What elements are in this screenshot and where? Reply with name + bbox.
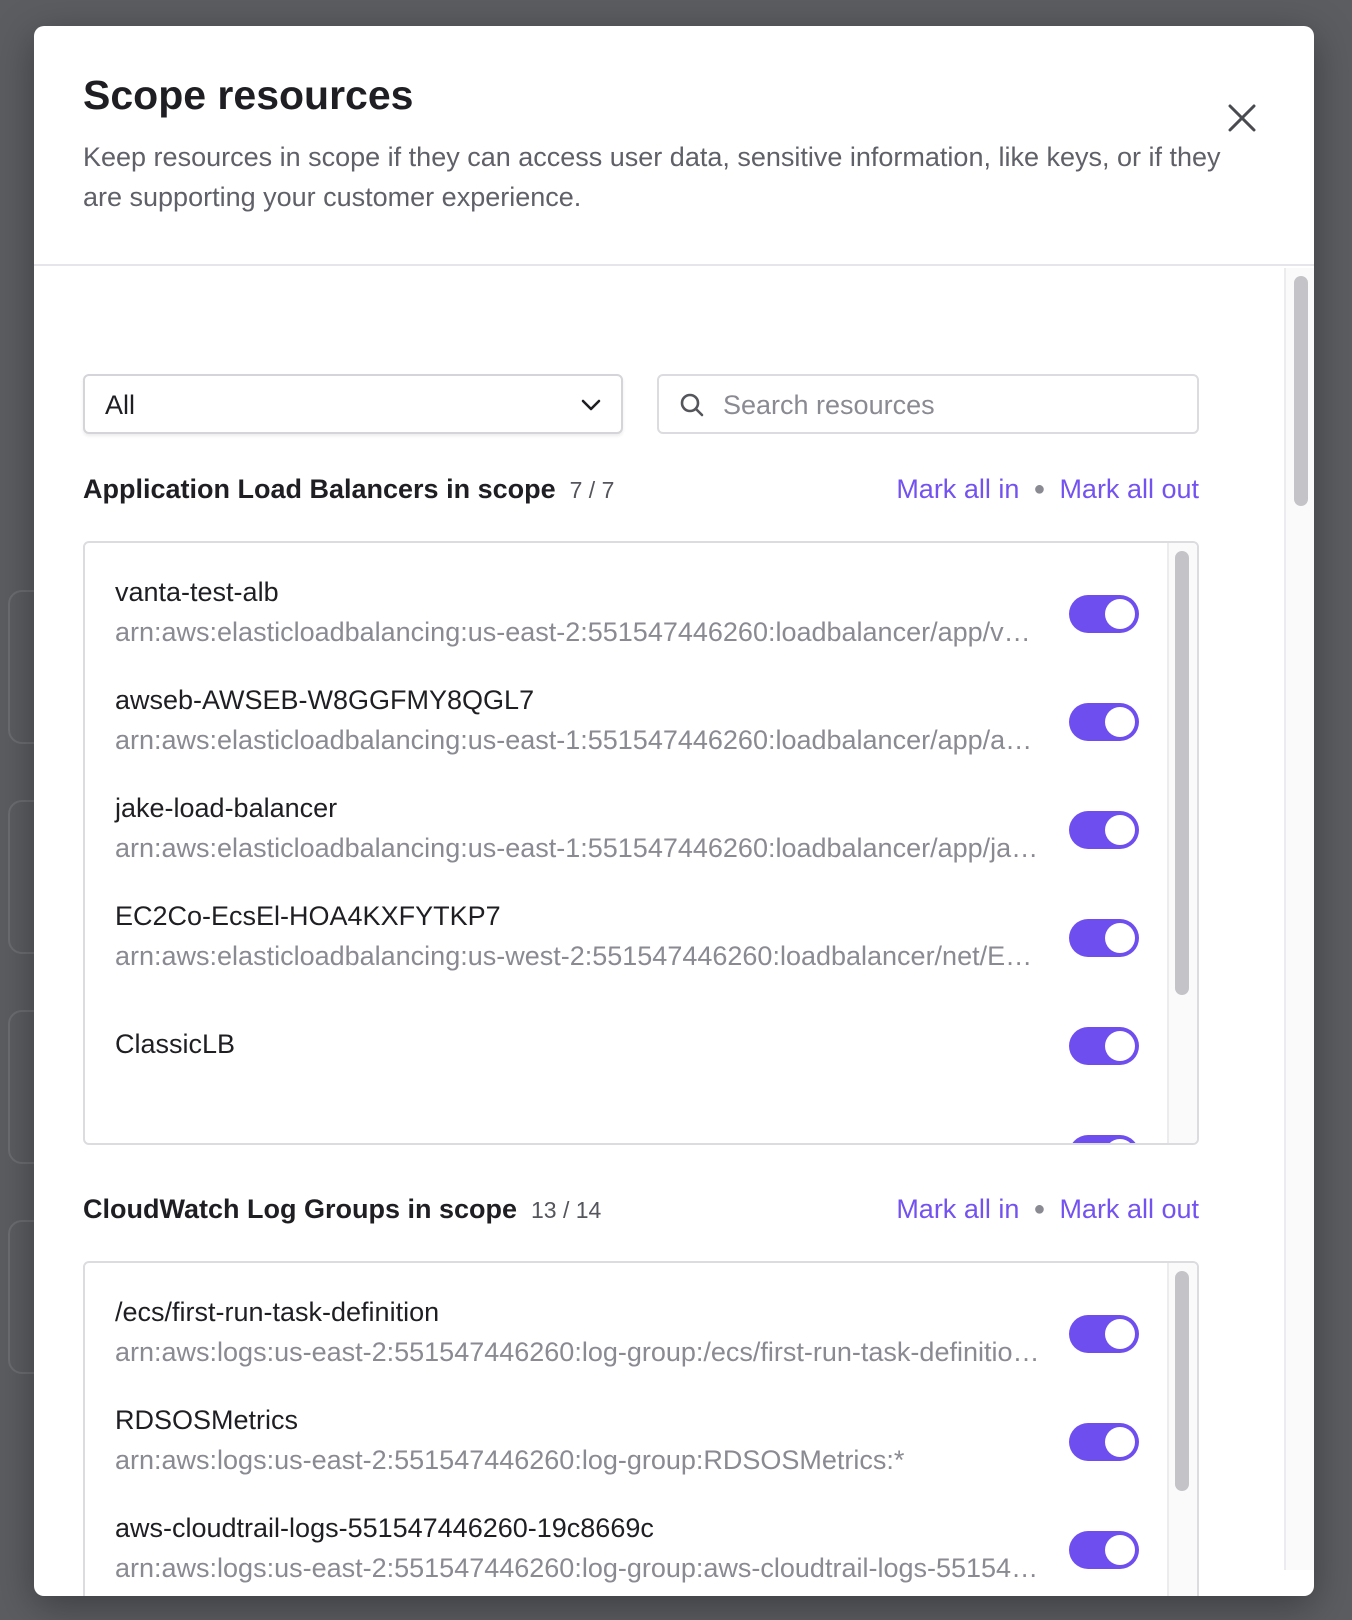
list-item: ClassicLB xyxy=(115,1027,1165,1137)
section-title-text: CloudWatch Log Groups in scope xyxy=(83,1194,517,1224)
mark-links-alb: Mark all in ● Mark all out xyxy=(896,474,1199,505)
scope-toggle[interactable] xyxy=(1069,1315,1139,1353)
section-count: 13 / 14 xyxy=(531,1197,602,1223)
list-item: EC2Co-EcsEl-HOA4KXFYTKP7 arn:aws:elastic… xyxy=(115,901,1165,1009)
modal-description: Keep resources in scope if they can acce… xyxy=(83,142,1221,212)
search-box xyxy=(657,374,1199,434)
resource-name: jake-load-balancer xyxy=(115,793,338,823)
scope-toggle[interactable] xyxy=(1069,1423,1139,1461)
resource-name: vanta-test-alb xyxy=(115,577,279,607)
toggle-knob xyxy=(1105,1031,1135,1061)
modal-body: All Application Load Balancers in scope 7… xyxy=(34,266,1282,1596)
scrollbar-thumb[interactable] xyxy=(1175,1271,1189,1491)
toggle-knob xyxy=(1105,1319,1135,1349)
resource-arn: arn:aws:elasticloadbalancing:us-west-2:5… xyxy=(115,941,1040,971)
select-value: All xyxy=(105,390,136,420)
resource-arn: arn:aws:logs:us-east-2:551547446260:log-… xyxy=(115,1553,1040,1583)
scope-toggle[interactable] xyxy=(1069,1531,1139,1569)
scope-toggle[interactable] xyxy=(1069,919,1139,957)
toggle-knob xyxy=(1105,1427,1135,1457)
toggle-knob xyxy=(1105,599,1135,629)
list-item: vanta-test-alb arn:aws:elasticloadbalanc… xyxy=(115,577,1165,685)
mark-all-out-button[interactable]: Mark all out xyxy=(1059,1194,1199,1224)
modal-header: Scope resources Keep resources in scope … xyxy=(34,26,1314,266)
resource-arn: arn:aws:elasticloadbalancing:us-east-1:5… xyxy=(115,833,1040,863)
resource-name: awseb-AWSEB-W8GGFMY8QGL7 xyxy=(115,685,535,715)
separator-dot: ● xyxy=(1033,478,1046,500)
scope-toggle[interactable] xyxy=(1069,1135,1139,1143)
search-icon xyxy=(680,393,704,417)
list-item: jake-load-balancer arn:aws:elasticloadba… xyxy=(115,793,1165,901)
scrollbar-thumb[interactable] xyxy=(1175,551,1189,995)
toggle-knob xyxy=(1105,707,1135,737)
list-item xyxy=(115,1135,1165,1143)
list-scrollbar[interactable] xyxy=(1167,1263,1197,1596)
separator-dot: ● xyxy=(1033,1198,1046,1220)
section-title-cloudwatch: CloudWatch Log Groups in scope 13 / 14 xyxy=(83,1194,601,1225)
cloudwatch-resource-list[interactable]: /ecs/first-run-task-definition arn:aws:l… xyxy=(83,1261,1199,1596)
resource-name: EC2Co-EcsEl-HOA4KXFYTKP7 xyxy=(115,901,501,931)
mark-links-cloudwatch: Mark all in ● Mark all out xyxy=(896,1194,1199,1225)
resource-name: aws-cloudtrail-logs-551547446260-19c8669… xyxy=(115,1513,654,1543)
toggle-knob xyxy=(1105,1535,1135,1565)
list-item: RDSOSMetrics arn:aws:logs:us-east-2:5515… xyxy=(115,1405,1165,1513)
scope-toggle[interactable] xyxy=(1069,811,1139,849)
scope-toggle[interactable] xyxy=(1069,1027,1139,1065)
list-item: aws-cloudtrail-logs-551547446260-19c8669… xyxy=(115,1513,1165,1596)
resource-arn: arn:aws:logs:us-east-2:551547446260:log-… xyxy=(115,1445,905,1475)
toggle-knob xyxy=(1105,923,1135,953)
resource-arn: arn:aws:elasticloadbalancing:us-east-1:5… xyxy=(115,725,1040,755)
resource-name: RDSOSMetrics xyxy=(115,1405,299,1435)
modal-title: Scope resources xyxy=(83,72,414,118)
close-icon xyxy=(1228,104,1256,132)
scope-toggle[interactable] xyxy=(1069,703,1139,741)
close-button[interactable] xyxy=(1220,96,1264,140)
mark-all-in-button[interactable]: Mark all in xyxy=(896,474,1019,504)
mark-all-in-button[interactable]: Mark all in xyxy=(896,1194,1019,1224)
section-title-text: Application Load Balancers in scope xyxy=(83,474,556,504)
resource-arn: arn:aws:elasticloadbalancing:us-east-2:5… xyxy=(115,617,1040,647)
section-count: 7 / 7 xyxy=(569,477,615,503)
scrollbar-thumb[interactable] xyxy=(1294,276,1308,506)
resource-arn: arn:aws:logs:us-east-2:551547446260:log-… xyxy=(115,1337,1040,1367)
section-title-alb: Application Load Balancers in scope 7 / 7 xyxy=(83,474,614,505)
list-item: awseb-AWSEB-W8GGFMY8QGL7 arn:aws:elastic… xyxy=(115,685,1165,793)
resource-type-select[interactable]: All xyxy=(83,374,623,434)
resource-name: ClassicLB xyxy=(115,1029,236,1059)
chevron-down-icon xyxy=(581,399,601,411)
toggle-knob xyxy=(1105,815,1135,845)
toggle-knob xyxy=(1105,1139,1135,1143)
list-item: /ecs/first-run-task-definition arn:aws:l… xyxy=(115,1297,1165,1405)
alb-resource-list[interactable]: vanta-test-alb arn:aws:elasticloadbalanc… xyxy=(83,541,1199,1145)
search-input[interactable] xyxy=(721,384,1185,426)
list-scrollbar[interactable] xyxy=(1167,543,1197,1143)
modal-scrollbar[interactable] xyxy=(1284,268,1314,1570)
scope-toggle[interactable] xyxy=(1069,595,1139,633)
mark-all-out-button[interactable]: Mark all out xyxy=(1059,474,1199,504)
scope-resources-modal: Scope resources Keep resources in scope … xyxy=(34,26,1314,1596)
resource-name: /ecs/first-run-task-definition xyxy=(115,1297,440,1327)
